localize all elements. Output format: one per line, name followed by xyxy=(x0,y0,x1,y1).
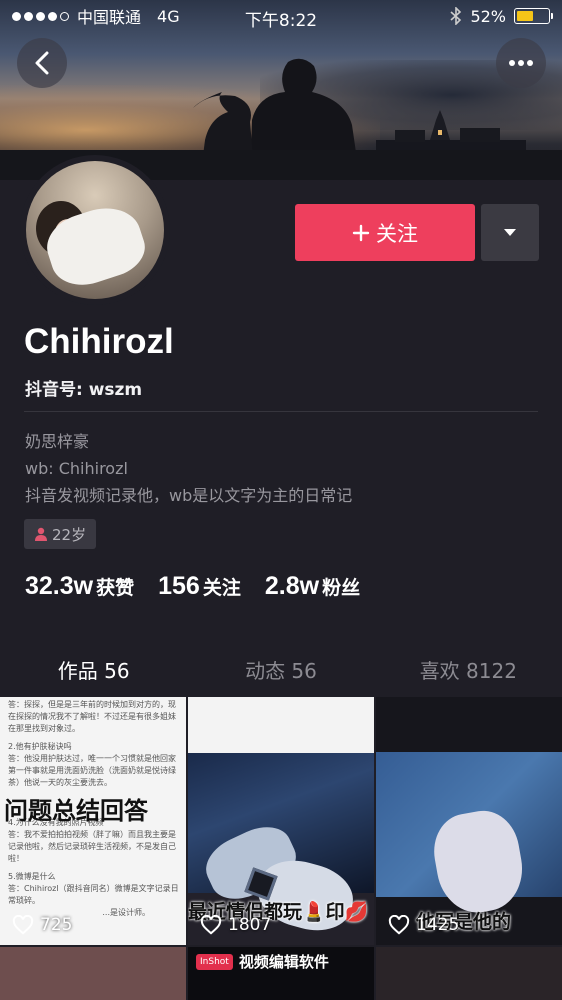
age-text: 22岁 xyxy=(52,525,87,544)
heart-outline-icon xyxy=(200,915,222,935)
profile-stats: 32.3w 获赞 156 关注 2.8w 粉丝 xyxy=(25,572,360,601)
stat-following[interactable]: 156 关注 xyxy=(158,572,241,601)
doc-line: 答：Chihirozl（跟抖音同名）微博是文字记录日常琐碎。 xyxy=(8,884,179,905)
thumbnail-caption: 视频编辑软件 xyxy=(238,953,329,971)
video-thumbnail[interactable] xyxy=(376,947,562,1000)
avatar[interactable] xyxy=(20,155,170,305)
battery-icon xyxy=(514,8,553,24)
stat-value: 2.8w xyxy=(264,572,320,600)
stat-label: 获赞 xyxy=(96,577,135,599)
stat-label: 关注 xyxy=(202,577,241,599)
thumbnail-overlay: InShot 视频编辑软件 xyxy=(196,951,329,972)
doc-line: 答：探探，但是是三年前的时候加到对方的，现在探探的情况我不了解啦！不过还是有很多… xyxy=(8,700,176,733)
heart-outline-icon xyxy=(388,915,410,935)
tab-likes[interactable]: 喜欢 8122 xyxy=(375,645,562,695)
thumbnail-image xyxy=(376,752,562,919)
more-dots-icon xyxy=(509,60,533,66)
stat-value: 156 xyxy=(158,572,200,600)
age-gender-badge: 22岁 xyxy=(24,519,97,549)
doc-line: 答：我不爱拍拍拍视频（胖了嘛）而且我主要是记录他啦，然后记录琐碎生活视频，不是发… xyxy=(8,830,176,863)
stat-likes: 32.3w 获赞 xyxy=(25,572,134,601)
caret-down-icon xyxy=(504,229,516,236)
profile-bio: 奶思梓豪 wb: Chihirozl 抖音发视频记录他，wb是以文字为主的日常记 xyxy=(25,428,352,509)
stat-value: 32.3w xyxy=(25,572,94,600)
tab-posts[interactable]: 动态 56 xyxy=(187,645,374,695)
tab-works[interactable]: 作品 56 xyxy=(0,645,187,701)
thumbnail-image xyxy=(188,753,374,940)
avatar-photo xyxy=(26,161,164,299)
status-bar: 中国联通 4G 下午8:22 52% xyxy=(0,0,562,32)
video-thumbnail[interactable]: 最近情侣都玩💄印💋 1807 xyxy=(188,697,374,945)
thumbnail-caption: 问题总结回答 xyxy=(4,797,148,825)
inshot-badge: InShot xyxy=(196,953,233,970)
bio-line: wb: Chihirozl xyxy=(25,459,128,478)
stat-followers[interactable]: 2.8w 粉丝 xyxy=(265,572,360,601)
bio-line: 抖音发视频记录他，wb是以文字为主的日常记 xyxy=(25,486,353,505)
stat-label: 粉丝 xyxy=(322,577,361,599)
bio-line: 奶思梓豪 xyxy=(25,432,90,451)
video-thumbnail[interactable]: InShot 视频编辑软件 xyxy=(188,947,374,1000)
follow-button[interactable]: 关注 xyxy=(295,204,475,261)
status-time: 下午8:22 xyxy=(244,11,318,31)
like-count: 1425 xyxy=(388,915,459,935)
profile-nickname: Chihirozl xyxy=(24,322,174,361)
video-thumbnail[interactable]: 答：探探，但是是三年前的时候加到对方的，现在探探的情况我不了解啦！不过还是有很多… xyxy=(0,697,186,945)
doc-line: 5.微博是什么 xyxy=(8,872,56,881)
follow-button-label: 关注 xyxy=(376,221,418,246)
divider xyxy=(24,411,538,412)
plus-icon xyxy=(352,224,370,241)
like-count-value: 1807 xyxy=(228,915,272,935)
video-thumbnail[interactable]: 他写是他的 1425 xyxy=(376,697,562,945)
like-count: 725 xyxy=(12,915,72,935)
back-button[interactable] xyxy=(17,38,67,88)
like-count-value: 725 xyxy=(40,915,73,935)
profile-tabs: 作品 56 动态 56 喜欢 8122 xyxy=(0,645,562,701)
heart-outline-icon xyxy=(12,915,34,935)
doc-line: 答：他没用护肤达过，唯一一个习惯就是他回家第一件事就是用洗面奶洗脸（洗面奶就是悦… xyxy=(8,754,176,787)
video-grid: 答：探探，但是是三年前的时候加到对方的，现在探探的情况我不了解啦！不过还是有很多… xyxy=(0,697,562,1000)
battery-fill xyxy=(517,11,533,21)
female-icon xyxy=(35,527,47,541)
like-count-value: 1425 xyxy=(416,915,460,935)
more-options-button[interactable] xyxy=(496,38,546,88)
doc-line: 2.他有护肤秘诀吗 xyxy=(8,742,72,751)
video-thumbnail[interactable] xyxy=(0,947,186,1000)
like-count: 1807 xyxy=(200,915,271,935)
douyin-id[interactable]: 抖音号: wszm xyxy=(25,375,142,400)
recommend-dropdown-button[interactable] xyxy=(481,204,539,261)
chevron-left-icon xyxy=(35,51,49,75)
